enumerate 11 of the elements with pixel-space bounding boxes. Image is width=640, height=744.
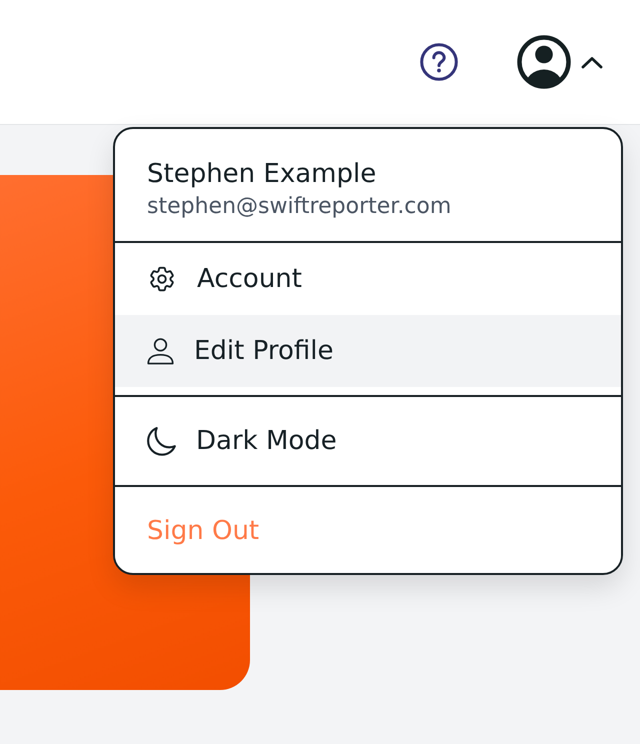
person-icon — [147, 338, 174, 364]
moon-icon — [147, 426, 176, 456]
user-name: Stephen Example — [147, 158, 378, 191]
help-button[interactable] — [420, 43, 458, 81]
account-button[interactable] — [517, 35, 603, 89]
help-icon — [420, 43, 458, 81]
avatar-icon — [517, 35, 571, 89]
menu-item[interactable]: Account — [115, 243, 621, 315]
user-email: stephen@swiftreporter.com — [147, 193, 452, 221]
menu-item[interactable]: Edit Profile — [115, 315, 621, 387]
menu-item[interactable]: Dark Mode — [115, 405, 621, 477]
